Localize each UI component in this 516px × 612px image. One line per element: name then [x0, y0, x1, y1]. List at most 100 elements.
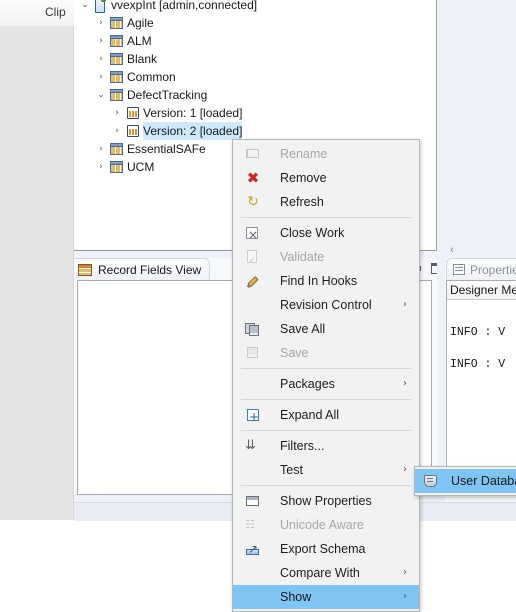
menu-item-save-all[interactable]: Save All: [233, 317, 419, 341]
menu-item-label: Refresh: [280, 195, 324, 209]
schema-icon: [109, 87, 125, 103]
menu-item-label: Test: [280, 463, 303, 477]
unicode-aware-icon: ☵: [245, 518, 255, 531]
scroll-left-icon[interactable]: ‹: [445, 243, 459, 257]
chevron-right-icon: ›: [403, 378, 407, 389]
tab-properties[interactable]: Properties: [446, 258, 516, 280]
export-schema-icon: [245, 537, 261, 561]
menu-item-user-databases[interactable]: User Databases: [415, 469, 516, 493]
schema-icon: [109, 159, 125, 175]
menu-item-label: User Databases: [451, 474, 516, 488]
tree-row-label: ALM: [127, 34, 152, 48]
ribbon-group-label: Clip: [45, 5, 66, 19]
menu-item-show[interactable]: Show ›: [233, 585, 419, 609]
menu-item-refresh[interactable]: ↻ Refresh: [233, 190, 419, 214]
user-databases-icon: [423, 473, 439, 489]
menu-item-validate: Validate: [233, 245, 419, 273]
chevron-right-icon[interactable]: ›: [94, 68, 108, 86]
tree-row[interactable]: › Version: 2 [loaded]: [74, 122, 436, 140]
menu-item-label: Unicode Aware: [280, 518, 364, 532]
chevron-down-icon[interactable]: ⌄: [78, 0, 92, 14]
chevron-right-icon: ›: [403, 464, 407, 475]
close-work-icon: [245, 223, 261, 247]
menu-item-label: Validate: [280, 250, 325, 264]
chevron-right-icon[interactable]: ›: [94, 14, 108, 32]
chevron-right-icon[interactable]: ›: [94, 50, 108, 68]
menu-separator: [241, 368, 411, 369]
schema-icon: [109, 15, 125, 31]
menu-item-label: Show Properties: [280, 494, 372, 508]
menu-item-label: Expand All: [280, 408, 340, 422]
properties-icon: [453, 263, 466, 276]
menu-item-label: Find In Hooks: [280, 274, 358, 288]
properties-log-line: INFO : V: [450, 326, 506, 339]
menu-item-unicode-aware: ☵ Unicode Aware: [233, 513, 419, 537]
menu-item-close-work[interactable]: Close Work: [233, 221, 419, 247]
show-submenu[interactable]: User Databases: [414, 466, 516, 496]
workbench-area: ⌄ vvexpInt [admin,connected] › Agile › ALM › Bl…: [74, 0, 516, 612]
version-icon: [125, 105, 141, 121]
menu-item-label: Compare With: [280, 566, 360, 580]
server-icon: [93, 0, 109, 13]
tree-row[interactable]: › Version: 1 [loaded]: [74, 104, 436, 122]
show-properties-icon: [245, 493, 261, 509]
tree-row[interactable]: › Agile: [74, 14, 436, 32]
menu-item-filters[interactable]: ⇊ Filters...: [233, 434, 419, 458]
ribbon-strip: Clip: [0, 0, 74, 27]
context-menu[interactable]: Rename ✖ Remove ↻ Refresh Close Work Validate F…: [232, 139, 420, 612]
menu-item-expand-all[interactable]: Expand All: [233, 403, 419, 429]
expand-all-icon: [245, 405, 261, 429]
menu-item-rename: Rename: [233, 142, 419, 166]
properties-tab-label: Properties: [470, 262, 516, 277]
menu-item-remove[interactable]: ✖ Remove: [233, 166, 419, 190]
designer-messages-column-header: Designer Me: [447, 281, 516, 300]
menu-item-revision-control[interactable]: Revision Control ›: [233, 293, 419, 317]
filters-icon: ⇊: [245, 438, 256, 453]
chevron-right-icon[interactable]: ›: [110, 104, 124, 122]
tree-row[interactable]: ⌄ DefectTracking: [74, 86, 436, 104]
tree-row-label: DefectTracking: [127, 88, 208, 102]
tree-row[interactable]: › Blank: [74, 50, 436, 68]
menu-item-label: Close Work: [280, 226, 345, 240]
validate-icon: [245, 249, 261, 273]
menu-item-find-in-hooks[interactable]: Find In Hooks: [233, 269, 419, 293]
menu-item-compare-with[interactable]: Compare With ›: [233, 561, 419, 585]
tree-row-label: Common: [127, 70, 176, 84]
chevron-right-icon[interactable]: ›: [94, 158, 108, 176]
tree-row[interactable]: › ALM: [74, 32, 436, 50]
schema-icon: [109, 33, 125, 49]
chevron-right-icon[interactable]: ›: [94, 32, 108, 50]
version-icon: [125, 123, 141, 139]
schema-icon: [109, 141, 125, 157]
find-in-hooks-icon: [242, 270, 265, 293]
schema-icon: [109, 69, 125, 85]
tree-row[interactable]: ⌄ vvexpInt [admin,connected]: [74, 0, 436, 14]
chevron-right-icon[interactable]: ›: [94, 140, 108, 158]
menu-separator: [241, 217, 411, 218]
chevron-right-icon: ›: [403, 567, 407, 578]
menu-item-label: Packages: [280, 377, 335, 391]
tab-record-fields-view[interactable]: Record Fields View: [74, 258, 211, 280]
menu-item-test[interactable]: Test ›: [233, 458, 419, 482]
left-column-body: [0, 26, 74, 520]
record-fields-view-tab-label: Record Fields View: [98, 262, 202, 277]
chevron-right-icon[interactable]: ›: [110, 122, 124, 140]
menu-item-label: Export Schema: [280, 542, 366, 556]
chevron-right-icon: ›: [403, 299, 407, 310]
ribbon-left-column: Clip: [0, 0, 75, 520]
tree-row-label: Blank: [127, 52, 158, 66]
menu-item-save: Save: [233, 341, 419, 365]
properties-log-line: INFO : V: [450, 358, 506, 371]
properties-view-body[interactable]: Designer Me INFO : V INFO : V: [446, 280, 516, 495]
menu-item-label: Filters...: [280, 439, 325, 453]
chevron-down-icon[interactable]: ⌄: [94, 86, 108, 104]
menu-item-export-schema[interactable]: Export Schema: [233, 537, 419, 561]
save-icon: [245, 345, 261, 361]
menu-item-label: Revision Control: [280, 298, 372, 312]
tree-row-label: UCM: [127, 160, 155, 174]
menu-item-show-properties[interactable]: Show Properties: [233, 489, 419, 513]
remove-icon: ✖: [246, 169, 260, 187]
menu-item-packages[interactable]: Packages ›: [233, 372, 419, 396]
tree-row-label: EssentialSAFe: [127, 142, 206, 156]
tree-row[interactable]: › Common: [74, 68, 436, 86]
